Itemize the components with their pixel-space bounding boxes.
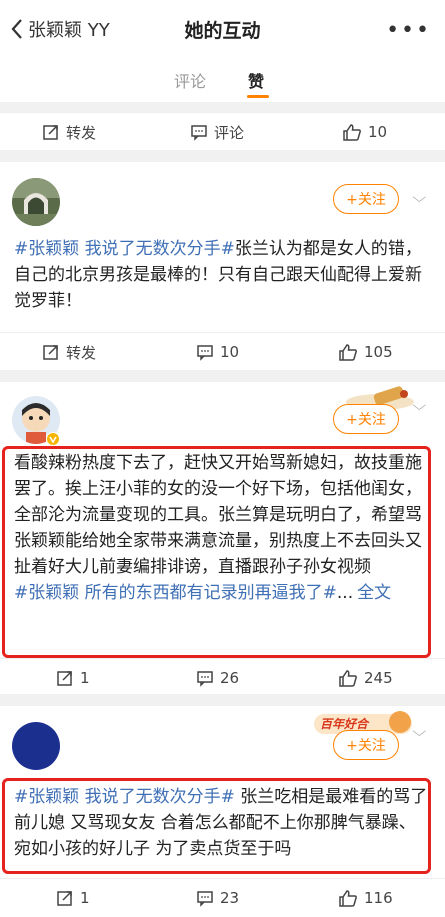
page-title: 她的互动 — [184, 20, 261, 42]
repost-label: 转发 — [66, 343, 97, 362]
repost-icon — [43, 125, 58, 140]
highlight-box — [2, 446, 431, 658]
like-count: 10 — [368, 123, 388, 141]
separator — [0, 694, 445, 706]
comment-button[interactable]: 26 — [196, 659, 239, 697]
chevron-down-icon[interactable]: ⌵ — [412, 724, 426, 740]
like-count: 105 — [364, 343, 393, 361]
repost-label: 转发 — [66, 123, 97, 142]
tab-active-indicator — [247, 95, 269, 98]
comment-icon — [197, 671, 213, 687]
comment-count: 26 — [220, 669, 240, 687]
post-card: 百年好合 +关注 ⌵ #张颖颖 我说了无数次分手# 张兰吃相是最难看的骂了前儿媳… — [0, 706, 445, 917]
like-button[interactable]: 105 — [338, 333, 393, 371]
separator — [0, 150, 445, 162]
repost-icon — [57, 891, 72, 906]
post0-action-bar: 转发 评论 10 — [0, 112, 445, 151]
post-card: +关注 ⌵ 看酸辣粉热度下去了，赶快又开始骂新媳妇，故技重施罢了。挨上汪小菲的女… — [0, 382, 445, 697]
follow-button[interactable]: +关注 — [333, 184, 399, 214]
tab-comment[interactable]: 评论 — [174, 68, 206, 92]
repost-icon — [57, 671, 72, 686]
highlight-box — [2, 778, 431, 874]
repost-button[interactable]: 转发 — [42, 113, 96, 151]
thumb-up-icon — [339, 890, 357, 907]
post2-action-bar: 1 26 245 — [0, 658, 445, 697]
chevron-down-icon[interactable]: ⌵ — [412, 398, 426, 414]
repost-icon — [43, 345, 58, 360]
repost-button[interactable]: 转发 — [42, 333, 96, 371]
repost-button[interactable]: 1 — [56, 879, 90, 917]
repost-count: 1 — [80, 889, 90, 907]
post-card: +关注 ⌵ #张颖颖 我说了无数次分手#张兰认为都是女人的错，自己的北京男孩是最… — [0, 162, 445, 371]
hashtag-link[interactable]: #张颖颖 我说了无数次分手# — [14, 239, 235, 259]
post-text: #张颖颖 我说了无数次分手#张兰认为都是女人的错，自己的北京男孩是最棒的！只有自… — [14, 236, 432, 314]
tab-bar: 评论 赞 — [0, 60, 445, 102]
comment-button[interactable]: 10 — [196, 333, 239, 371]
like-button[interactable]: 116 — [338, 879, 393, 917]
like-button[interactable]: 10 — [342, 113, 387, 151]
comment-button[interactable]: 23 — [196, 879, 239, 917]
chevron-down-icon[interactable]: ⌵ — [412, 190, 426, 206]
follow-button[interactable]: +关注 — [333, 404, 399, 434]
separator — [0, 370, 445, 382]
post1-action-bar: 转发 10 105 — [0, 332, 445, 371]
comment-count: 23 — [220, 889, 240, 907]
like-count: 245 — [364, 669, 393, 687]
thumb-up-icon — [339, 344, 357, 361]
separator — [0, 102, 445, 112]
top-bar: 张颖颖 YY 她的互动 ••• — [0, 0, 445, 60]
comment-icon — [197, 891, 213, 907]
comment-icon — [191, 125, 207, 141]
comment-icon — [197, 345, 213, 361]
thumb-up-icon — [339, 670, 357, 687]
more-icon[interactable]: ••• — [386, 18, 431, 43]
like-button[interactable]: 245 — [338, 659, 393, 697]
repost-count: 1 — [80, 669, 90, 687]
avatar[interactable] — [12, 178, 60, 226]
tab-like[interactable]: 赞 — [248, 68, 264, 92]
comment-count: 10 — [220, 343, 240, 361]
comment-label: 评论 — [214, 123, 245, 142]
repost-button[interactable]: 1 — [56, 659, 90, 697]
verified-badge-icon — [46, 432, 60, 446]
follow-button[interactable]: +关注 — [333, 730, 399, 760]
avatar[interactable] — [12, 722, 60, 770]
thumb-up-icon — [343, 124, 361, 141]
comment-button[interactable]: 评论 — [190, 113, 244, 151]
like-count: 116 — [364, 889, 393, 907]
